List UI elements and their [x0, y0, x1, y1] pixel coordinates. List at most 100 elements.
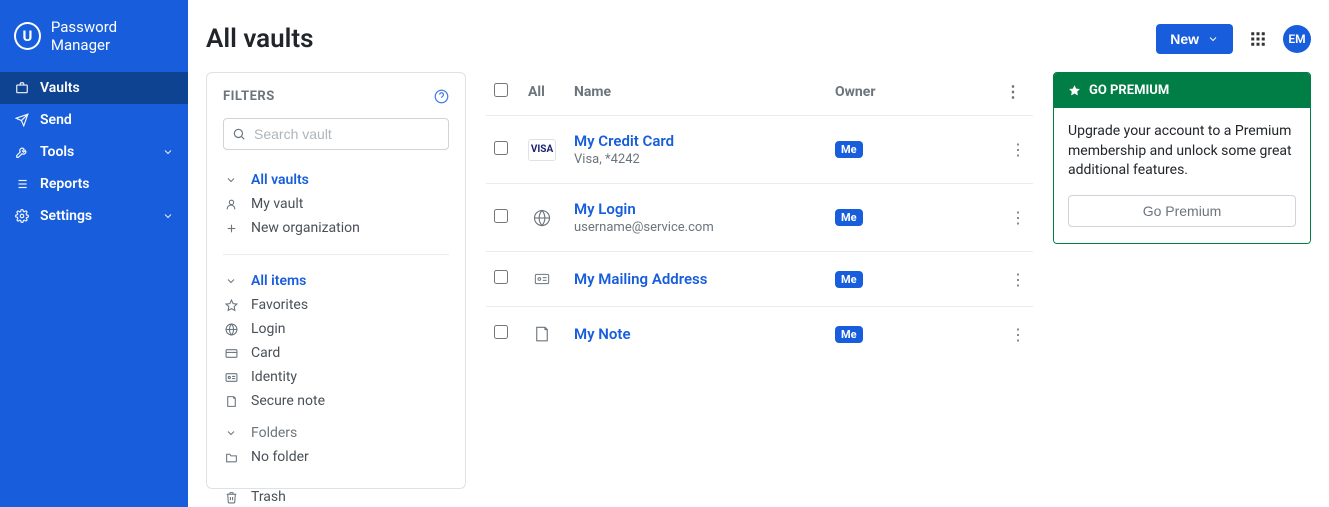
star-icon — [223, 299, 239, 312]
filter-identity-label: Identity — [251, 369, 297, 385]
new-button-label: New — [1170, 31, 1199, 47]
filter-items-group: All items Favorites Login — [223, 269, 449, 507]
row-kebab-icon[interactable]: ⋮ — [1010, 270, 1025, 289]
search-input[interactable] — [223, 118, 449, 150]
owner-badge: Me — [835, 209, 863, 226]
filter-no-folder-label: No folder — [251, 449, 309, 465]
filter-all-vaults-label: All vaults — [251, 172, 309, 188]
filter-all-items[interactable]: All items — [223, 269, 449, 293]
premium-body: Upgrade your account to a Premium member… — [1054, 108, 1310, 243]
filter-identity[interactable]: Identity — [223, 365, 449, 389]
row-checkbox[interactable] — [494, 325, 508, 339]
filter-favorites[interactable]: Favorites — [223, 293, 449, 317]
avatar[interactable]: EM — [1283, 25, 1311, 53]
filter-trash-label: Trash — [251, 489, 286, 505]
header-name: Name — [566, 72, 827, 116]
sidebar: U Password Manager Vaults Send Tools — [0, 0, 188, 507]
filter-favorites-label: Favorites — [251, 297, 308, 313]
filter-all-vaults[interactable]: All vaults — [223, 168, 449, 192]
note-icon — [528, 323, 556, 345]
header-checkbox — [486, 72, 520, 116]
filter-vaults-group: All vaults My vault New organization — [223, 168, 449, 240]
go-premium-button[interactable]: Go Premium — [1068, 195, 1296, 227]
avatar-initials: EM — [1288, 32, 1305, 46]
item-title[interactable]: My Mailing Address — [574, 270, 819, 288]
row-checkbox[interactable] — [494, 141, 508, 155]
nav-vaults[interactable]: Vaults — [0, 72, 188, 104]
main: All vaults New EM FILTERS — [188, 0, 1329, 507]
card-icon — [223, 347, 239, 360]
filter-new-org-label: New organization — [251, 220, 360, 236]
topbar: All vaults New EM — [206, 24, 1311, 54]
filter-login[interactable]: Login — [223, 317, 449, 341]
filter-folders[interactable]: Folders — [223, 421, 449, 445]
table-row: VISA My Credit Card Visa, *4242 Me ⋮ — [486, 116, 1033, 184]
header-all[interactable]: All — [520, 72, 566, 116]
owner-badge: Me — [835, 141, 863, 158]
header-kebab-icon[interactable]: ⋮ — [1005, 82, 1020, 101]
chevron-down-icon — [1207, 33, 1219, 45]
search-wrap — [223, 118, 449, 150]
new-button[interactable]: New — [1156, 24, 1233, 54]
id-card-icon — [223, 371, 239, 384]
filter-login-label: Login — [251, 321, 286, 337]
filter-my-vault[interactable]: My vault — [223, 192, 449, 216]
filter-no-folder[interactable]: No folder — [223, 445, 449, 469]
help-icon[interactable] — [434, 89, 449, 104]
row-kebab-icon[interactable]: ⋮ — [1010, 325, 1025, 344]
table-row: My Login username@service.com Me ⋮ — [486, 184, 1033, 252]
nav-send-label: Send — [40, 112, 72, 128]
filters-header: FILTERS — [223, 89, 449, 104]
filter-divider — [223, 254, 449, 255]
brand-logo-icon: U — [14, 22, 41, 50]
visa-icon: VISA — [528, 139, 556, 161]
nav-send[interactable]: Send — [0, 104, 188, 136]
id-card-icon — [528, 268, 556, 290]
chevron-down-icon — [223, 275, 239, 287]
row-checkbox[interactable] — [494, 270, 508, 284]
row-kebab-icon[interactable]: ⋮ — [1010, 208, 1025, 227]
list-icon — [14, 177, 30, 191]
row-kebab-icon[interactable]: ⋮ — [1010, 140, 1025, 159]
header-menu: ⋮ — [997, 72, 1033, 116]
filter-trash[interactable]: Trash — [223, 485, 449, 507]
nav-reports-label: Reports — [40, 176, 90, 192]
owner-badge: Me — [835, 271, 863, 288]
briefcase-icon — [14, 81, 30, 95]
item-subtitle: Visa, *4242 — [574, 152, 819, 167]
trash-icon — [223, 491, 239, 504]
topbar-right: New EM — [1156, 24, 1311, 54]
nav-tools[interactable]: Tools — [0, 136, 188, 168]
table-header-row: All Name Owner ⋮ — [486, 72, 1033, 116]
page-title: All vaults — [206, 24, 314, 54]
filter-new-org[interactable]: New organization — [223, 216, 449, 240]
filter-secure-note[interactable]: Secure note — [223, 389, 449, 413]
chevron-down-icon — [162, 210, 174, 222]
row-checkbox[interactable] — [494, 209, 508, 223]
table-row: My Mailing Address Me ⋮ — [486, 252, 1033, 307]
globe-icon — [528, 207, 556, 229]
item-subtitle: username@service.com — [574, 220, 819, 235]
item-title[interactable]: My Login — [574, 200, 819, 218]
owner-badge: Me — [835, 326, 863, 343]
premium-header-label: GO PREMIUM — [1089, 83, 1169, 98]
filters-panel: FILTERS All vaults — [206, 72, 466, 489]
table-row: My Note Me ⋮ — [486, 307, 1033, 362]
nav-settings-label: Settings — [40, 208, 92, 224]
premium-card: GO PREMIUM Upgrade your account to a Pre… — [1053, 72, 1311, 244]
nav-settings[interactable]: Settings — [0, 200, 188, 232]
nav: Vaults Send Tools Reports — [0, 72, 188, 232]
gear-icon — [14, 209, 30, 223]
item-title[interactable]: My Note — [574, 325, 819, 343]
filter-card[interactable]: Card — [223, 341, 449, 365]
items-table: All Name Owner ⋮ VISA — [486, 72, 1033, 361]
nav-vaults-label: Vaults — [40, 80, 80, 96]
item-title[interactable]: My Credit Card — [574, 132, 819, 150]
note-icon — [223, 395, 239, 408]
brand: U Password Manager — [0, 0, 188, 72]
brand-logo-letter: U — [22, 27, 32, 45]
nav-reports[interactable]: Reports — [0, 168, 188, 200]
apps-grid-icon[interactable] — [1249, 30, 1267, 48]
select-all-checkbox[interactable] — [494, 83, 508, 97]
filter-all-items-label: All items — [251, 273, 306, 289]
